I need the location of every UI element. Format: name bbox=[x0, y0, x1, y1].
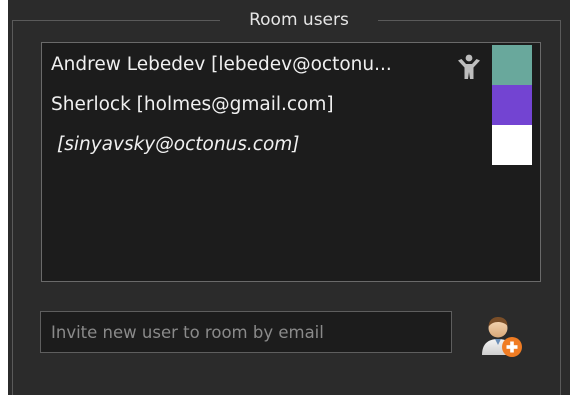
user-name: [sinyavsky@octonus.com] bbox=[57, 134, 300, 155]
user-color-swatch[interactable] bbox=[492, 85, 532, 125]
groupbox-title: Room users bbox=[220, 7, 378, 33]
user-row[interactable]: [sinyavsky@octonus.com] bbox=[42, 125, 540, 165]
add-user-icon bbox=[482, 317, 522, 357]
user-list[interactable]: Andrew Lebedev [lebedev@octonu... Sherlo… bbox=[41, 42, 541, 282]
user-row[interactable]: Sherlock [holmes@gmail.com] bbox=[42, 85, 540, 125]
user-name: Andrew Lebedev [lebedev@octonu... bbox=[51, 54, 392, 75]
user-name: Sherlock [holmes@gmail.com] bbox=[51, 94, 334, 115]
room-users-panel: Room users Andrew Lebedev [lebedev@octon… bbox=[8, 0, 570, 395]
invite-email-input[interactable] bbox=[40, 311, 452, 353]
invite-user-button[interactable] bbox=[476, 309, 528, 361]
user-row[interactable]: Andrew Lebedev [lebedev@octonu... bbox=[42, 45, 540, 85]
user-color-swatch[interactable] bbox=[492, 125, 532, 165]
user-color-swatch[interactable] bbox=[492, 45, 532, 85]
owner-person-icon bbox=[458, 54, 480, 79]
